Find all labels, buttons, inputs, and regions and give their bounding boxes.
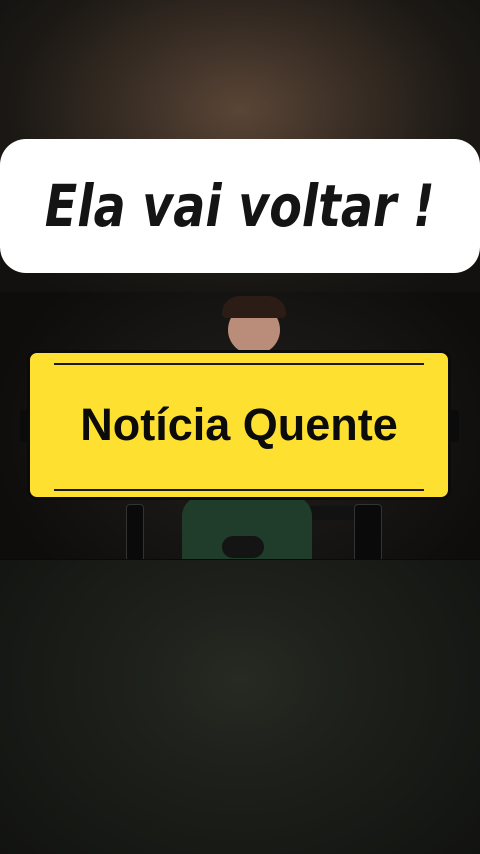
headline-caption: Ela vai voltar ! [0,139,480,273]
chair-right-armrest [354,504,382,562]
chair-left-armrest [126,504,144,562]
headline-text: Ela vai voltar ! [45,172,435,240]
badge-rule-bottom [54,489,424,491]
badge-text: Notícia Quente [80,399,398,450]
video-post-screen: Ela vai voltar ! Notícia Quente [0,0,480,854]
hot-news-badge: Notícia Quente [27,350,451,500]
person-bangs [222,296,286,318]
person-hands [222,536,264,558]
lower-background [0,560,480,854]
